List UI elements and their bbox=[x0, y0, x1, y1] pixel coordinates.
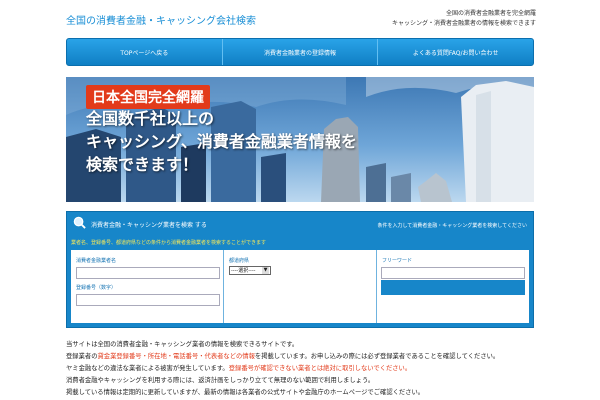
intro-text: 当サイトは全国の消費者金融・キャッシング業者の情報を検索できるサイトです。 登録… bbox=[66, 339, 536, 399]
intro-line-4: 消費者金融やキャッシングを利用する際には、返済計画をしっかり立てて無理のない範囲… bbox=[66, 377, 375, 384]
search-note: 条件を入力して消費者金融・キャッシング業者を検索してください bbox=[377, 223, 527, 229]
registration-number-input[interactable] bbox=[76, 294, 220, 306]
hero-headline-line1: 全国数千社以上の bbox=[86, 109, 215, 128]
company-name-label: 消費者金融業者名 bbox=[76, 258, 117, 264]
intro-line-5: 掲載している情報は定期的に更新していますが、最新の情報は各業者の公式サイトや金融… bbox=[66, 389, 425, 396]
intro-line-2: 登録業者の貸金業登録番号・所在地・電話番号・代表者などの情報を掲載しています。お… bbox=[66, 351, 536, 363]
hero-headline: 全国数千社以上の キャッシング、消費者金融業者情報を 検索できます！ bbox=[86, 107, 357, 176]
hero-headline-line2: キャッシング、消費者金融業者情報を bbox=[86, 132, 357, 151]
site-title[interactable]: 全国の消費者金融・キャッシング会社検索 bbox=[66, 12, 256, 27]
nav-item-faq[interactable]: よくある質問FAQ/お問い合わせ bbox=[378, 39, 533, 65]
keyword-label: フリーワード bbox=[382, 258, 413, 264]
nav-item-registry[interactable]: 消費者金融業者の登録情報 bbox=[223, 39, 379, 65]
search-panel: 消費者金融・キャッシング業者を検索 する 条件を入力して消費者金融・キャッシング… bbox=[66, 211, 534, 328]
header-tagline: 全国の消費者金融業者を完全網羅 キャッシング・消費者金融業者の情報を検索できます bbox=[392, 9, 536, 29]
hero-badge: 日本全国完全網羅 bbox=[86, 85, 210, 109]
nav-item-top[interactable]: TOPページへ戻る bbox=[67, 39, 223, 65]
search-button[interactable] bbox=[381, 280, 525, 295]
prefecture-select[interactable]: ----選択---- ▼ bbox=[229, 266, 271, 275]
intro-line-2-pre: 登録業者の bbox=[66, 353, 98, 360]
search-column-prefecture: 都道府県 ----選択---- ▼ bbox=[224, 250, 377, 323]
header-tagline-line2: キャッシング・消費者金融業者の情報を検索できます bbox=[391, 20, 536, 27]
intro-line-2-post: を掲載しています。お申し込みの際には必ず登録業者であることを確認してください。 bbox=[254, 353, 500, 360]
prefecture-selected-value: ----選択---- bbox=[231, 268, 256, 274]
intro-line-1: 当サイトは全国の消費者金融・キャッシング業者の情報を検索できるサイトです。 bbox=[66, 341, 299, 348]
intro-line-3-pre: ヤミ金融などの違法な業者による被害が発生しています。 bbox=[66, 365, 229, 372]
magnifier-icon bbox=[73, 216, 86, 229]
search-form: 消費者金融業者名 登録番号（数字） 都道府県 ----選択---- ▼ フリーワ… bbox=[71, 250, 529, 323]
search-subtext: 業者名、登録番号、都道府県などの条件から消費者金融業者を検索することができます bbox=[71, 240, 267, 246]
hero-banner: 日本全国完全網羅 全国数千社以上の キャッシング、消費者金融業者情報を 検索でき… bbox=[66, 77, 534, 202]
company-name-input[interactable] bbox=[76, 267, 220, 279]
intro-line-3: ヤミ金融などの違法な業者による被害が発生しています。登録番号が確認できない業者と… bbox=[66, 363, 536, 375]
hero-headline-line3: 検索できます！ bbox=[86, 155, 199, 174]
header-tagline-line1: 全国の消費者金融業者を完全網羅 bbox=[445, 10, 536, 17]
registration-number-label: 登録番号（数字） bbox=[76, 285, 117, 291]
search-title: 消費者金融・キャッシング業者を検索 する bbox=[91, 222, 207, 229]
search-column-keyword: フリーワード bbox=[377, 250, 529, 323]
search-header: 消費者金融・キャッシング業者を検索 する 条件を入力して消費者金融・キャッシング… bbox=[71, 216, 531, 232]
intro-line-3-highlight: 登録番号が確認できない業者とは絶対に取引しないでください。 bbox=[228, 365, 412, 372]
main-nav: TOPページへ戻る 消費者金融業者の登録情報 よくある質問FAQ/お問い合わせ bbox=[66, 38, 534, 66]
keyword-input[interactable] bbox=[381, 267, 525, 279]
chevron-down-icon: ▼ bbox=[262, 267, 269, 274]
site-header: 全国の消費者金融・キャッシング会社検索 全国の消費者金融業者を完全網羅 キャッシ… bbox=[0, 0, 600, 38]
intro-line-2-highlight: 貸金業登録番号・所在地・電話番号・代表者などの情報 bbox=[97, 353, 255, 360]
search-column-name: 消費者金融業者名 登録番号（数字） bbox=[71, 250, 224, 323]
prefecture-label: 都道府県 bbox=[229, 258, 250, 264]
